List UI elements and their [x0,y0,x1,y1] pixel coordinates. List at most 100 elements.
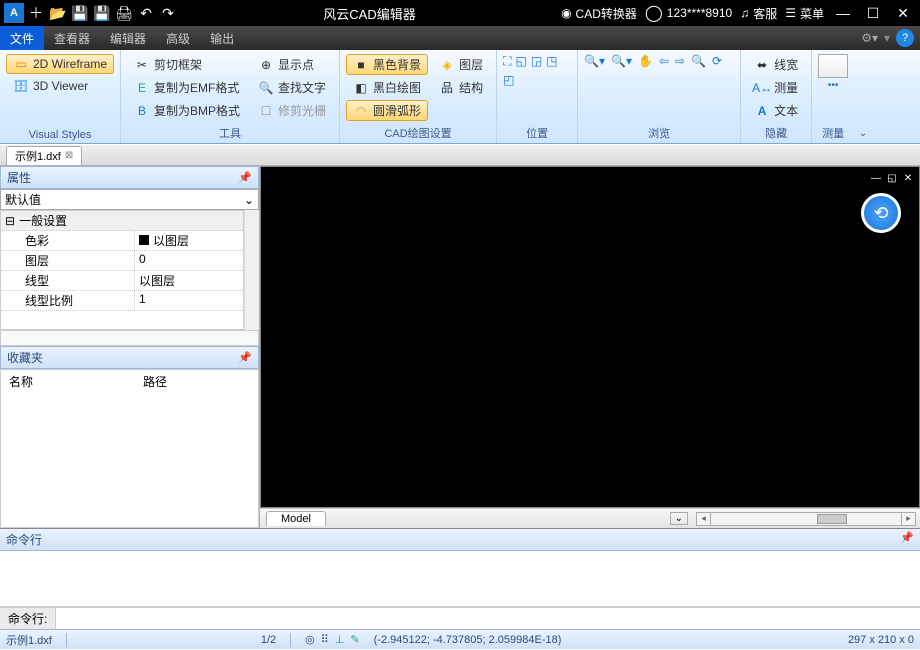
prop-section-general[interactable]: ⊟一般设置 [1,211,243,231]
pin-icon-2[interactable]: 📌 [238,351,252,364]
command-output[interactable] [0,551,920,607]
save-icon[interactable]: 💾 [70,3,90,23]
ribbon-label-hide: 隐藏 [747,123,805,141]
prop-row-color[interactable]: 色彩以图层 [1,231,243,251]
struct-button[interactable]: 品结构 [432,77,490,98]
copy-emf-button[interactable]: E复制为EMF格式 [127,77,247,98]
black-bg-icon: ■ [353,57,369,73]
pos-icon-3[interactable]: ◲ [531,54,542,69]
fav-col-name[interactable]: 名称 [1,370,135,393]
viewer3d-icon: 🗄 [13,78,29,94]
trim-button[interactable]: ☐修剪光栅 [251,100,333,121]
menu-viewer[interactable]: 查看器 [44,26,100,50]
drawing-canvas[interactable]: — ◱ ✕ ⟲ [260,166,920,508]
menu-icon: ☰ [785,6,796,20]
properties-title: 属性 [7,169,31,186]
model-tab[interactable]: Model [266,511,326,526]
viewer3d-button[interactable]: 🗄3D Viewer [6,76,114,96]
settings-icon[interactable]: ⚙▾ [861,31,878,45]
ribbon-group-hide: ⬌线宽 A↔测量 A文本 隐藏 [741,50,812,143]
app-logo-icon[interactable]: A [4,3,24,23]
next-view-icon[interactable]: ⇨ [675,54,685,68]
zoom-out-icon[interactable]: 🔍▾ [611,54,632,68]
maximize-button[interactable]: ☐ [862,3,884,23]
layers-button[interactable]: ◈图层 [432,54,490,75]
close-button[interactable]: ✕ [892,3,914,23]
dropdown-arrow-icon[interactable]: ▾ [884,31,890,45]
prop-row-layer[interactable]: 图层0 [1,251,243,271]
scroll-thumb[interactable] [817,514,847,524]
ribbon-collapse-button[interactable]: ⌄ [854,50,872,143]
copy-bmp-button[interactable]: B复制为BMP格式 [127,100,247,121]
pan-icon[interactable]: ✋ [638,54,653,68]
status-dims: 297 x 210 x 0 [848,634,914,646]
snap-icon[interactable]: ◎ [305,633,315,646]
pos-icon-1[interactable]: ⛶ [503,54,511,69]
menu-output[interactable]: 输出 [200,26,244,50]
text-button[interactable]: A文本 [747,100,805,121]
file-tab[interactable]: 示例1.dxf ⊠ [6,146,82,165]
document-tabstrip: 示例1.dxf ⊠ [0,144,920,166]
new-icon[interactable]: ＋ [26,3,46,23]
pin-icon[interactable]: 📌 [238,171,252,184]
layout-dropdown-icon[interactable]: ⌄ [670,512,688,525]
prev-view-icon[interactable]: ⇦ [659,54,669,68]
zoom-extent-icon[interactable]: 🔍 [691,54,706,68]
user-icon: ◯ [645,3,663,23]
status-mode-icons: ◎ ⠿ ⊥ ✎ [305,633,359,646]
pos-icon-2[interactable]: ◱ [515,54,526,69]
redo-icon[interactable]: ↷ [158,3,178,23]
find-text-button[interactable]: 🔍查找文字 [251,77,333,98]
properties-scrollbar[interactable] [244,210,259,330]
zoom-in-icon[interactable]: 🔍▾ [584,54,605,68]
pos-icon-4[interactable]: ◳ [546,54,557,69]
pin-icon-3[interactable]: 📌 [900,531,914,548]
refresh-icon[interactable]: ⟳ [712,54,722,68]
line-width-button[interactable]: ⬌线宽 [747,54,805,75]
bmp-icon: B [134,103,150,119]
ruler-icon[interactable] [818,54,848,78]
favorites-header: 收藏夹 📌 [0,346,259,369]
measure-button[interactable]: A↔测量 [747,77,805,98]
canvas-close-icon[interactable]: ✕ [901,171,915,185]
ortho-icon[interactable]: ⊥ [335,633,345,646]
prop-row-ltscale[interactable]: 线型比例1 [1,291,243,311]
app-title: 风云CAD编辑器 [178,4,561,23]
view-cube-button[interactable]: ⟲ [861,193,901,233]
canvas-minimize-icon[interactable]: — [869,171,883,185]
polar-icon[interactable]: ✎ [350,633,359,646]
prop-row-linetype[interactable]: 线型以图层 [1,271,243,291]
black-bg-button[interactable]: ■黑色背景 [346,54,428,75]
converter-button[interactable]: ◉ CAD转换器 [561,5,637,22]
grid-icon[interactable]: ⠿ [321,633,329,646]
quick-access-toolbar: A ＋ 📂 💾 💾 🖨 ↶ ↷ [0,3,178,23]
undo-icon[interactable]: ↶ [136,3,156,23]
fav-col-path[interactable]: 路径 [135,370,176,393]
print-icon[interactable]: 🖨 [114,3,134,23]
tab-close-icon[interactable]: ⊠ [65,150,73,161]
open-icon[interactable]: 📂 [48,3,68,23]
show-point-button[interactable]: ⊕显示点 [251,54,333,75]
menu-advanced[interactable]: 高级 [156,26,200,50]
scroll-right-icon[interactable]: ▸ [901,513,915,525]
bw-draw-button[interactable]: ◧黑白绘图 [346,77,428,98]
scroll-left-icon[interactable]: ◂ [697,513,711,525]
ribbon-label-browse: 浏览 [584,123,734,141]
menu-button[interactable]: ☰ 菜单 [785,5,824,22]
save-pdf-icon[interactable]: 💾 [92,3,112,23]
minimize-button[interactable]: — [832,3,854,23]
properties-filter-select[interactable]: 默认值 ⌄ [0,189,259,210]
command-input[interactable] [56,608,920,629]
clip-button[interactable]: ✂剪切框架 [127,54,247,75]
horizontal-scrollbar[interactable]: ◂ ▸ [696,512,916,526]
ribbon-label-position: 位置 [503,123,571,141]
menu-file[interactable]: 文件 [0,26,44,50]
user-button[interactable]: ◯ 123****8910 [645,3,732,23]
wireframe-button[interactable]: ▭2D Wireframe [6,54,114,74]
pos-icon-5[interactable]: ◰ [503,73,514,87]
smooth-arc-button[interactable]: ◠圆滑弧形 [346,100,428,121]
help-button[interactable]: ? [896,29,914,47]
canvas-restore-icon[interactable]: ◱ [885,171,899,185]
support-button[interactable]: ♫ 客服 [740,5,777,22]
menu-editor[interactable]: 编辑器 [100,26,156,50]
